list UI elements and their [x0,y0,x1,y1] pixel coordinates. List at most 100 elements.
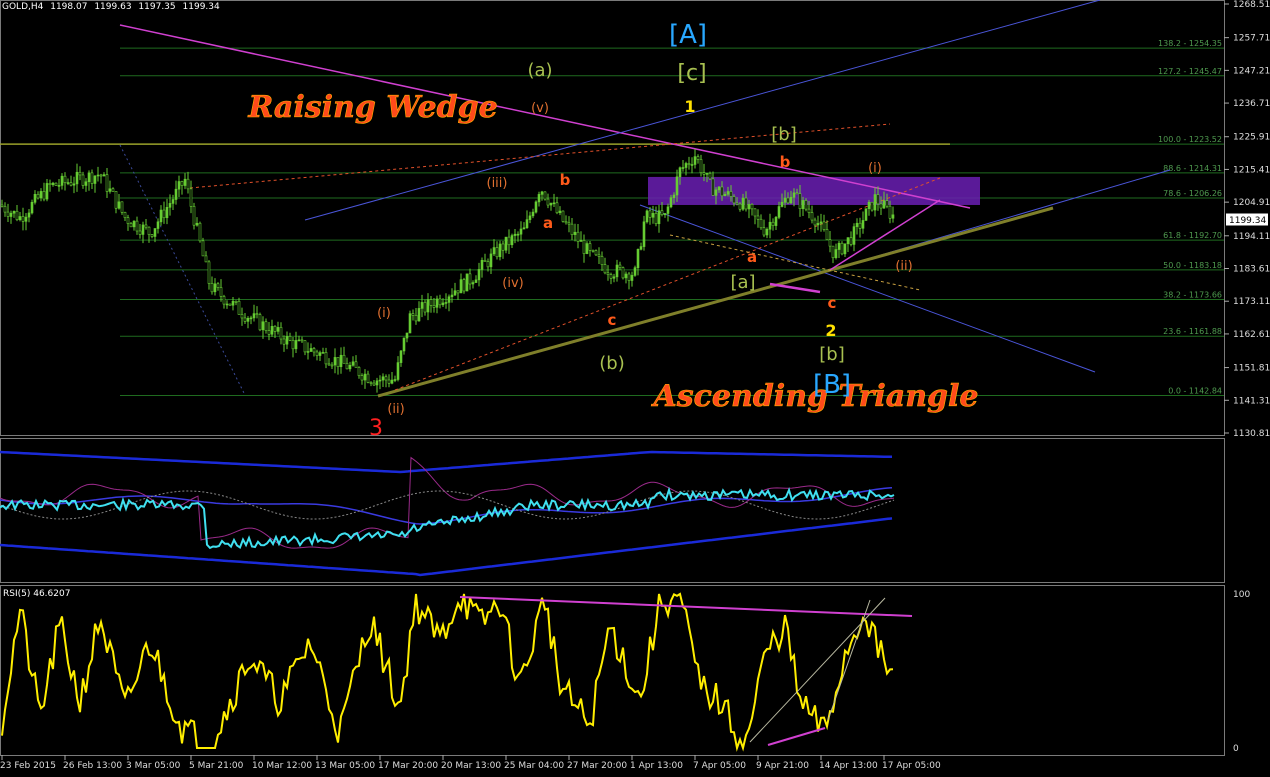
candle-body [414,315,418,322]
candle-body [369,382,373,384]
candle-body [411,313,415,316]
candle-body [375,380,379,386]
time-tick-label: 3 Mar 05:00 [126,761,181,771]
candle-body [546,198,550,206]
candle-body [240,314,244,319]
candle-body [582,240,586,254]
candle-body [78,171,82,176]
candle-body [150,234,154,237]
time-tick-label: 17 Apr 05:00 [882,761,941,771]
candle-body [387,379,391,384]
candle-body [384,376,388,381]
candle-body [171,199,175,204]
candle-body [681,167,685,169]
candle-body [834,249,838,259]
candle-body [567,222,571,225]
annotation-c-left: c [608,311,617,329]
divergence-marker [769,282,821,294]
candle-body [837,242,841,250]
band-upper [0,450,892,474]
annotation-b-bracket-top: [b] [771,124,796,145]
annotation-b-left: b [560,171,571,189]
candle-body [636,249,640,268]
time-tick-label: 7 Apr 05:00 [693,761,746,771]
candle-body [555,202,559,214]
candle-body [87,172,91,183]
candle-body [159,209,163,223]
price-tick-label: 1194.11 [1233,232,1270,242]
candle-body [15,210,19,220]
candle-body [111,188,115,192]
candle-body [183,178,187,186]
annotation-iv-paren: (iv) [502,276,523,291]
candle-body [444,302,448,304]
candle-body [867,201,871,210]
candle-body [276,327,280,332]
candle-body [696,156,700,160]
fib-label: 0.0 - 1142.84 [1168,387,1222,396]
candle-body [393,379,397,381]
time-tick-label: 10 Mar 12:00 [252,761,312,771]
candle-body [300,339,304,342]
triangle-support-line [377,206,1054,398]
candle-body [399,350,403,363]
candle-body [822,221,826,230]
time-tick-label: 5 Mar 21:00 [189,761,244,771]
candle-body [261,321,265,331]
candle-body [744,197,748,210]
price-tick-label: 1173.11 [1233,297,1270,307]
candle-body [762,227,766,236]
candle-body [201,240,205,257]
candle-body [786,197,790,204]
price-tick-label: 1225.91 [1233,133,1270,143]
candle-body [378,379,382,382]
candle-body [468,273,472,285]
candle-body [234,301,238,303]
candle-body [57,185,61,187]
candle-body [774,217,778,226]
annotation-one: 1 [684,97,695,116]
candle-body [441,302,445,306]
candle-body [507,236,511,246]
candle-body [657,210,661,225]
candle-body [258,314,262,331]
candle-body [18,216,22,220]
candle-body [678,167,682,178]
candle-body [816,223,820,226]
candle-body [639,246,643,250]
fib-label: 88.6 - 1214.31 [1163,164,1222,173]
candle-body [438,298,442,306]
price-tick-label: 1162.61 [1233,330,1270,340]
candle-body [213,283,217,293]
candle-body [738,203,742,210]
candle-body [687,163,691,165]
candle-body [669,197,673,208]
candle-body [165,207,169,219]
candle-body [465,273,469,292]
chart-canvas: 138.2 - 1254.35 127.2 - 1245.47 100.0 - 12… [0,0,1270,771]
candle-body [561,210,565,222]
price-tick-label: 1257.71 [1233,34,1270,44]
candle-body [825,229,829,241]
candle-body [285,336,289,345]
candle-body [204,255,208,263]
candle-body [750,204,754,210]
annotation-i-paren-right: (i) [868,161,882,176]
candle-body [180,181,184,186]
candle-body [831,245,835,259]
candle-body [54,182,58,186]
candle-body [447,296,451,303]
candle-body [12,210,16,214]
candle-body [219,287,223,297]
candle-body [348,364,352,370]
candle-body [651,213,655,218]
candle-body [477,269,481,281]
candle-body [543,191,547,200]
candle-body [525,219,529,229]
candle-body [162,209,166,219]
candle-body [552,202,556,205]
candle-body [882,200,886,209]
annotation-ii-paren-left: (ii) [387,402,404,417]
candle-body [270,326,274,335]
candle-body [870,201,874,211]
